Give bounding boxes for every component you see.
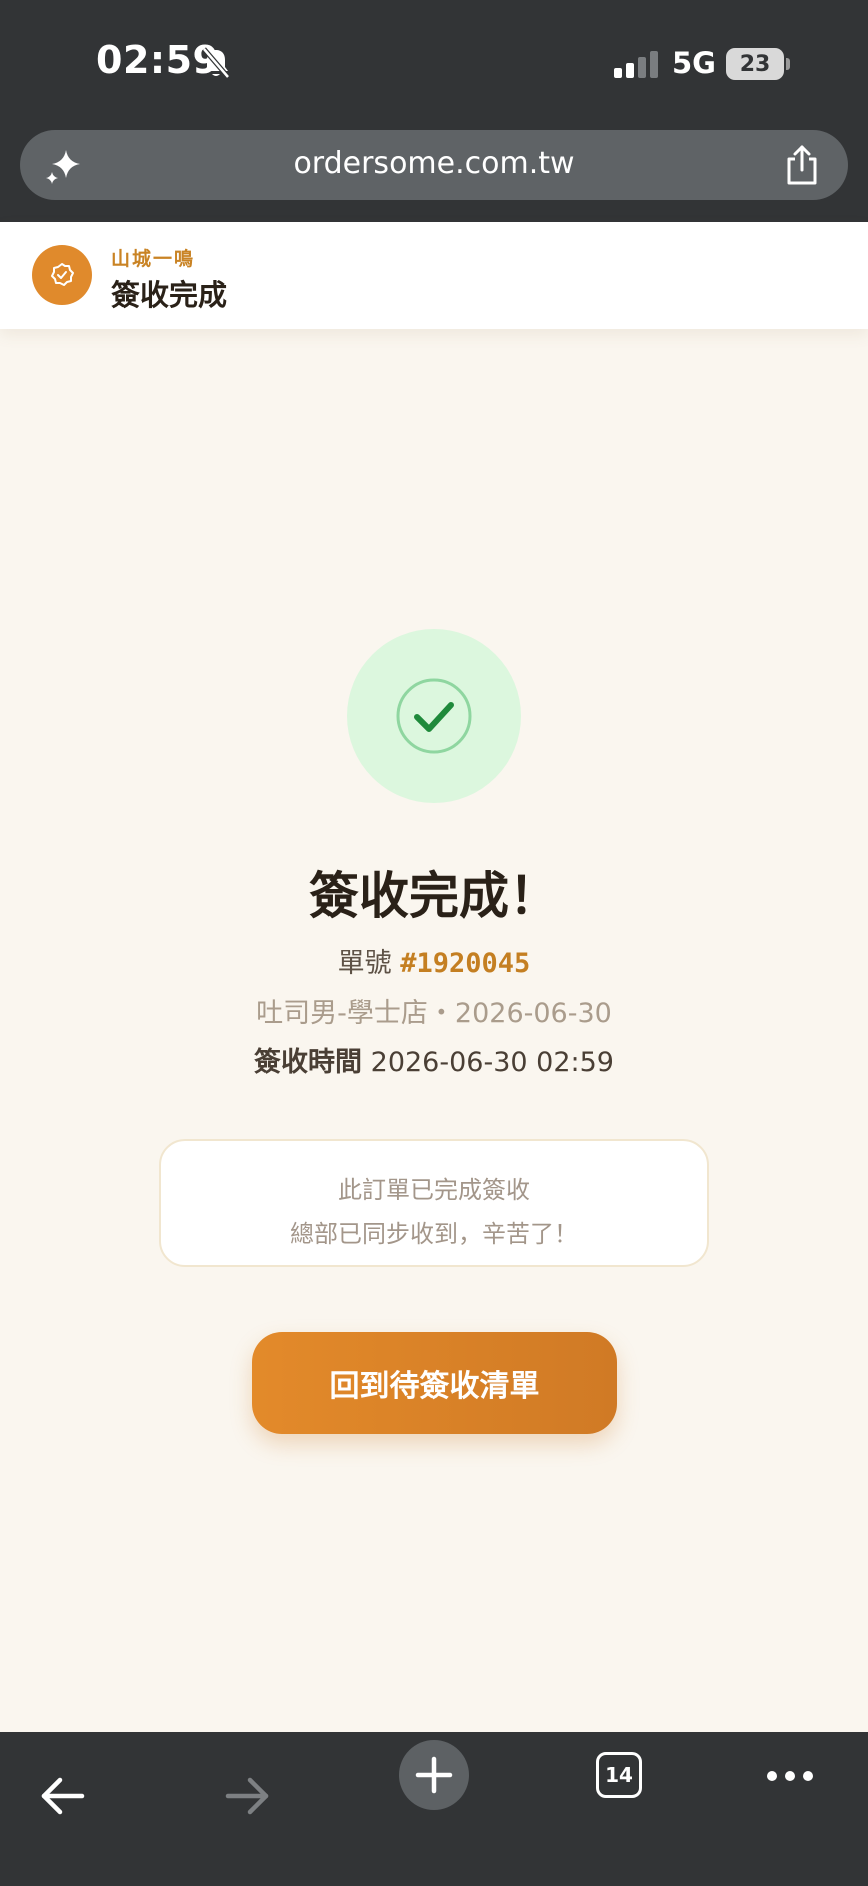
app-logo [32, 245, 92, 305]
success-indicator [347, 629, 521, 803]
brand-name: 山城一鳴 [111, 248, 196, 270]
browser-top-bar: ordersome.com.tw [0, 130, 868, 222]
notice-card: 此訂單已完成簽收 總部已同步收到，辛苦了！ [159, 1139, 709, 1267]
signal-icon [614, 51, 658, 78]
battery-indicator: 23 [726, 48, 784, 80]
url-text[interactable]: ordersome.com.tw [20, 146, 848, 181]
store-date-line: 吐司男-學士店・2026-06-30 [256, 998, 612, 1029]
app-header: 山城一鳴 簽收完成 [0, 222, 868, 329]
browser-toolbar: 14 [0, 1732, 868, 1886]
success-title: 簽收完成！ [309, 867, 559, 925]
share-icon[interactable] [784, 144, 820, 186]
sign-time-value: 2026-06-30 02:59 [370, 1047, 614, 1078]
forward-arrow-icon[interactable] [224, 1772, 272, 1820]
network-label: 5G [672, 46, 716, 80]
status-bar: 02:59 5G 23 [0, 0, 868, 130]
notice-line-1: 此訂單已完成簽收 [338, 1176, 530, 1204]
sign-time-line: 簽收時間 2026-06-30 02:59 [0, 1040, 868, 1079]
more-icon[interactable] [766, 1768, 814, 1784]
check-badge-icon [51, 263, 74, 286]
check-circle-icon [396, 678, 472, 754]
tabs-icon[interactable]: 14 [596, 1752, 642, 1798]
page-title: 簽收完成 [111, 278, 228, 312]
back-arrow-icon[interactable] [38, 1772, 86, 1820]
order-number: #1920045 [400, 948, 531, 979]
notice-line-2: 總部已同步收到，辛苦了！ [290, 1220, 578, 1248]
new-tab-button[interactable] [399, 1740, 469, 1810]
bell-slash-icon [202, 47, 230, 79]
order-label: 單號 [337, 948, 392, 979]
plus-icon [415, 1756, 453, 1794]
battery-tip [786, 58, 790, 70]
order-number-line: 單號 #1920045 [0, 941, 868, 980]
sign-time-label: 簽收時間 [254, 1047, 363, 1078]
address-bar[interactable]: ordersome.com.tw [20, 130, 848, 200]
back-to-list-button[interactable]: 回到待簽收清單 [252, 1332, 617, 1434]
